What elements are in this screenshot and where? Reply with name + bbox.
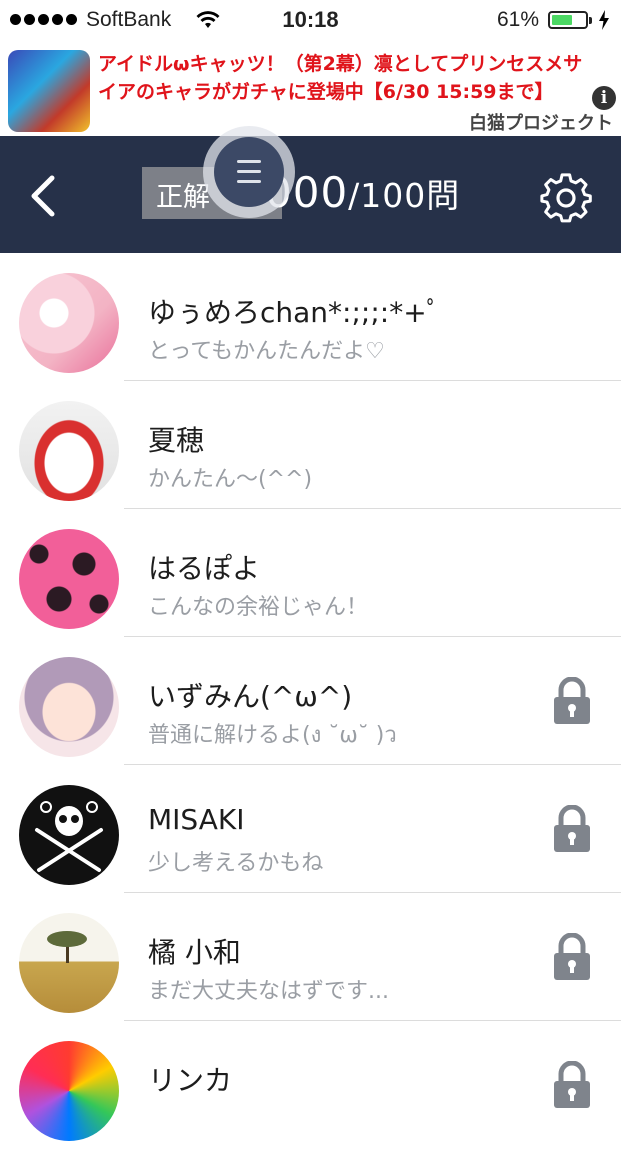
avatar[interactable]	[19, 657, 119, 757]
contact-row[interactable]: いずみん(^ω^) 普通に解けるよ(ง ˘ω˘ )ว	[0, 637, 621, 765]
contact-row[interactable]: 夏穂 かんたん〜(^^)	[0, 381, 621, 509]
back-chevron-icon[interactable]	[28, 174, 58, 218]
avatar[interactable]	[19, 785, 119, 885]
avatar[interactable]	[19, 273, 119, 373]
charging-bolt-icon	[599, 10, 609, 30]
contact-name: いずみん(^ω^)	[148, 680, 353, 713]
contact-message: こんなの余裕じゃん！	[148, 595, 369, 620]
contact-row[interactable]: MISAKI 少し考えるかもね	[0, 765, 621, 893]
contact-row[interactable]: ゆぅめろchan*:;;;:*+ﾟ とってもかんたんだよ♡	[0, 253, 621, 381]
contact-row[interactable]: リンカ	[0, 1021, 621, 1149]
menu-button[interactable]	[203, 126, 295, 218]
avatar[interactable]	[19, 1041, 119, 1141]
contact-message: 少し考えるかもね	[148, 851, 324, 876]
lock-icon	[554, 933, 590, 980]
avatar[interactable]	[19, 401, 119, 501]
ad-text[interactable]: アイドルωキャッツ！（第2幕）凛としてプリンセスメサイアのキャラがガチャに登場中…	[98, 50, 588, 106]
info-icon[interactable]: i	[592, 86, 616, 110]
score-label: 正解	[156, 182, 210, 213]
contact-list: ゆぅめろchan*:;;;:*+ﾟ とってもかんたんだよ♡ 夏穂 かんたん〜(^…	[0, 253, 621, 1149]
skull-crossed-guitars-icon	[35, 801, 103, 872]
contact-message: まだ大丈夫なはずです...	[148, 979, 389, 1004]
ad-banner[interactable]: アイドルωキャッツ！（第2幕）凛としてプリンセスメサイアのキャラがガチャに登場中…	[0, 42, 621, 136]
contact-name: 橘 小和	[148, 936, 241, 969]
lock-icon	[554, 1061, 590, 1108]
lock-icon	[554, 805, 590, 852]
contact-name: 夏穂	[148, 424, 205, 457]
ad-thumbnail[interactable]	[8, 50, 90, 132]
avatar[interactable]	[19, 529, 119, 629]
lock-icon	[554, 677, 590, 724]
status-bar: SoftBank 10:18 61%	[0, 0, 621, 42]
ad-sponsor: 白猫プロジェクト	[469, 113, 613, 134]
contact-name: はるぽよ	[148, 552, 261, 585]
header-bar: 正解 000/100問	[0, 126, 621, 253]
score-suffix: /100問	[348, 176, 461, 215]
contact-row[interactable]: 橘 小和 まだ大丈夫なはずです...	[0, 893, 621, 1021]
contact-name: MISAKI	[148, 803, 245, 836]
contact-message: かんたん〜(^^)	[148, 467, 313, 492]
battery-icon	[548, 11, 592, 29]
avatar[interactable]	[19, 913, 119, 1013]
contact-row[interactable]: はるぽよ こんなの余裕じゃん！	[0, 509, 621, 637]
battery-percentage: 61%	[497, 8, 540, 31]
gear-icon[interactable]	[540, 172, 592, 224]
contact-message: 普通に解けるよ(ง ˘ω˘ )ว	[148, 723, 397, 748]
contact-name: リンカ	[148, 1064, 233, 1097]
tree-icon	[47, 931, 87, 963]
contact-name: ゆぅめろchan*:;;;:*+ﾟ	[148, 296, 441, 329]
hamburger-menu-icon[interactable]	[214, 137, 284, 207]
contact-message: とってもかんたんだよ♡	[148, 339, 385, 364]
